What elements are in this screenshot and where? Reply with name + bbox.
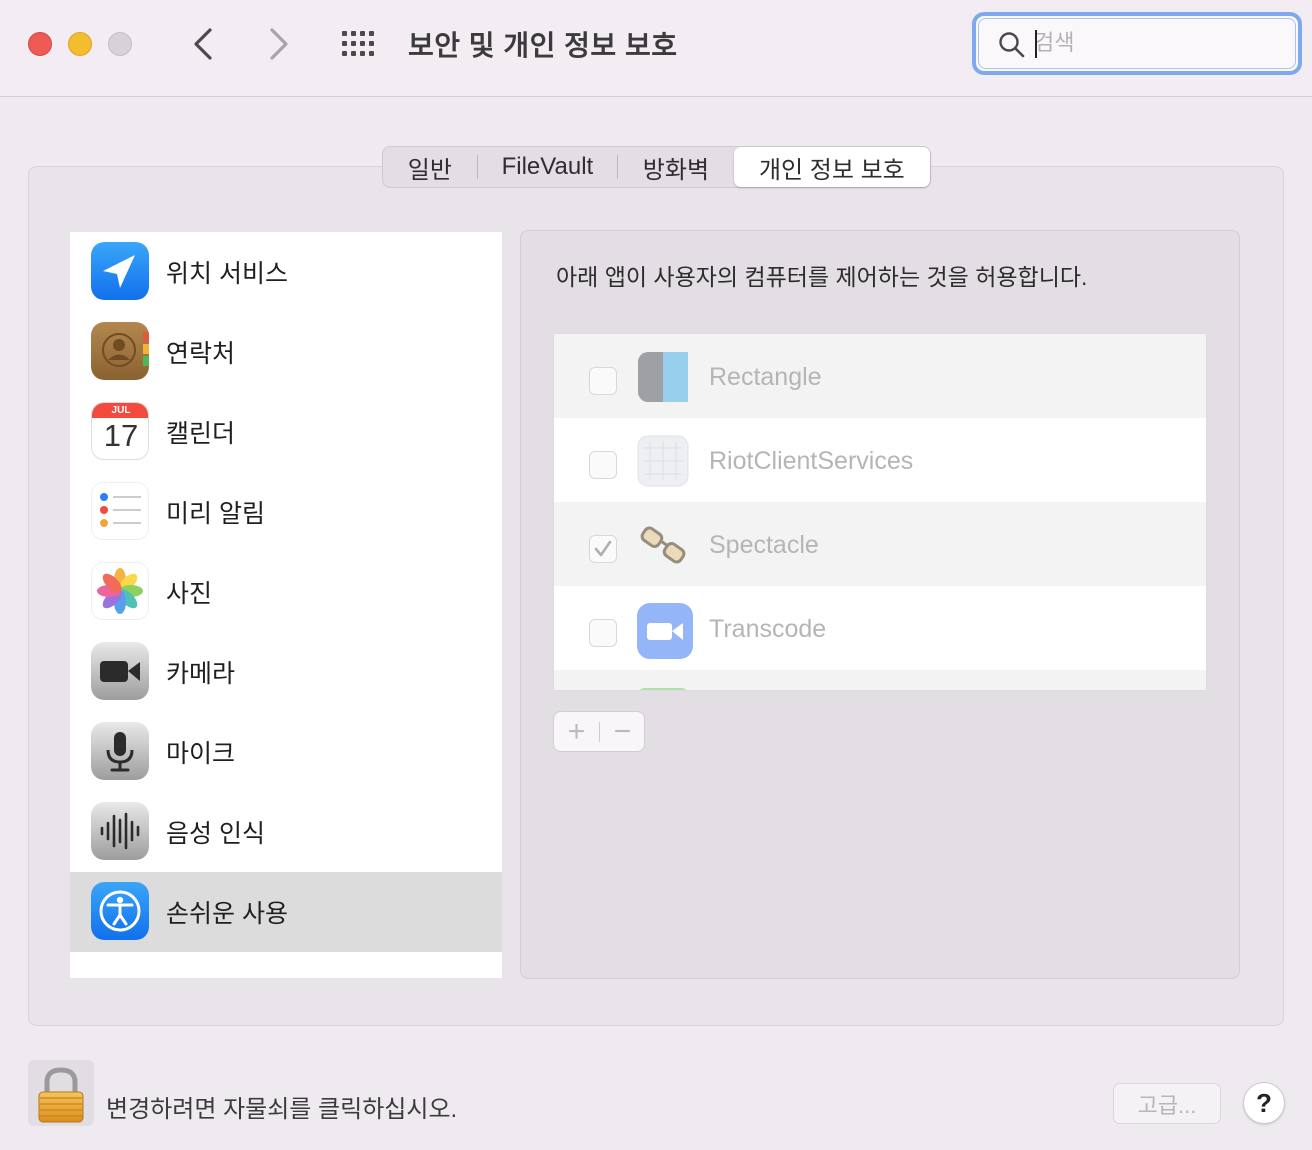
chevron-right-icon — [270, 28, 288, 60]
app-checkbox[interactable] — [589, 535, 617, 563]
app-name: Spectacle — [709, 531, 819, 559]
speech-recognition-icon — [91, 802, 149, 860]
contacts-icon — [91, 322, 149, 380]
back-button[interactable] — [184, 24, 224, 64]
sidebar-item-label: 카메라 — [166, 660, 236, 688]
sidebar-item-camera[interactable]: 카메라 — [70, 632, 502, 712]
sidebar-item-label: 캘린더 — [166, 420, 236, 448]
lock-button[interactable] — [28, 1060, 94, 1126]
spectacle-glasses-icon — [636, 518, 690, 572]
sidebar-item-calendar[interactable]: JUL 17 캘린더 — [70, 392, 502, 472]
search-field[interactable] — [972, 12, 1302, 75]
sidebar-item-location-services[interactable]: 위치 서비스 — [70, 232, 502, 312]
sidebar-item-label: 위치 서비스 — [166, 260, 288, 288]
table-row[interactable]: Rectangle — [554, 334, 1206, 418]
app-checkbox[interactable] — [589, 619, 617, 647]
riot-client-icon — [636, 434, 690, 488]
calendar-day: 17 — [103, 418, 139, 453]
app-name: Rectangle — [709, 363, 822, 391]
add-app-button[interactable]: + — [554, 712, 599, 751]
calendar-month: JUL — [92, 403, 148, 418]
reminders-icon — [91, 482, 149, 540]
calendar-icon: JUL 17 — [91, 402, 149, 460]
padlock-icon — [38, 1067, 84, 1123]
privacy-category-list[interactable]: 위치 서비스 연락처 JUL 17 캘린더 미리 알림 사진 카메라 마이크 음… — [70, 232, 502, 978]
zoom-window-button[interactable] — [108, 32, 132, 56]
tab-filevault[interactable]: FileVault — [478, 147, 617, 187]
sidebar-item-photos[interactable]: 사진 — [70, 552, 502, 632]
sidebar-item-speech-recognition[interactable]: 음성 인식 — [70, 792, 502, 872]
sidebar-item-reminders[interactable]: 미리 알림 — [70, 472, 502, 552]
sidebar-item-label: 연락처 — [166, 340, 236, 368]
sidebar-item-label: 사진 — [166, 580, 213, 608]
tab-privacy[interactable]: 개인 정보 보호 — [733, 147, 930, 187]
sidebar-item-microphone[interactable]: 마이크 — [70, 712, 502, 792]
partial-app-icon — [637, 688, 689, 690]
app-name: Transcode — [709, 615, 827, 643]
app-name: RiotClientServices — [709, 447, 914, 475]
chevron-left-icon — [194, 28, 212, 60]
sidebar-item-label: 손쉬운 사용 — [166, 900, 288, 928]
search-icon — [999, 32, 1025, 58]
window-title: 보안 및 개인 정보 보호 — [408, 30, 678, 61]
table-row[interactable]: RiotClientServices — [554, 418, 1206, 502]
advanced-button[interactable]: 고급... — [1113, 1083, 1221, 1124]
app-checkbox[interactable] — [589, 451, 617, 479]
tab-general[interactable]: 일반 — [383, 147, 477, 187]
lock-instruction: 변경하려면 자물쇠를 클릭하십시오. — [106, 1096, 458, 1123]
close-window-button[interactable] — [28, 32, 52, 56]
allowed-apps-list[interactable]: Rectangle RiotClientServices Spectacle T… — [553, 333, 1207, 691]
table-row[interactable]: Spectacle — [554, 502, 1206, 586]
help-button[interactable]: ? — [1243, 1082, 1285, 1124]
table-row[interactable] — [554, 670, 1206, 690]
sidebar-item-label: 미리 알림 — [166, 500, 265, 528]
grid-icon — [342, 31, 374, 56]
show-all-button[interactable] — [340, 28, 380, 60]
text-cursor — [1035, 30, 1037, 58]
forward-button[interactable] — [258, 24, 298, 64]
camera-icon — [91, 642, 149, 700]
remove-app-button[interactable]: − — [600, 712, 645, 751]
checkmark-icon — [594, 540, 612, 557]
add-remove-control: + − — [553, 711, 645, 752]
sidebar-item-label: 음성 인식 — [166, 820, 265, 848]
permission-description: 아래 앱이 사용자의 컴퓨터를 제어하는 것을 허용합니다. — [556, 264, 1088, 290]
rectangle-app-icon — [636, 350, 690, 404]
tab-firewall[interactable]: 방화벽 — [618, 147, 734, 187]
app-checkbox[interactable] — [589, 367, 617, 395]
accessibility-icon — [91, 882, 149, 940]
search-input[interactable] — [1034, 28, 1284, 58]
title-bar: 보안 및 개인 정보 보호 — [0, 0, 1312, 97]
sidebar-item-contacts[interactable]: 연락처 — [70, 312, 502, 392]
sidebar-item-accessibility[interactable]: 손쉬운 사용 — [70, 872, 502, 952]
photos-icon — [91, 562, 149, 620]
sidebar-item-label: 마이크 — [166, 740, 236, 768]
table-row[interactable]: Transcode — [554, 586, 1206, 670]
tab-bar: 일반 FileVault 방화벽 개인 정보 보호 — [382, 146, 931, 188]
location-arrow-icon — [91, 242, 149, 300]
minimize-window-button[interactable] — [68, 32, 92, 56]
video-camera-icon — [636, 602, 693, 659]
microphone-icon — [91, 722, 149, 780]
